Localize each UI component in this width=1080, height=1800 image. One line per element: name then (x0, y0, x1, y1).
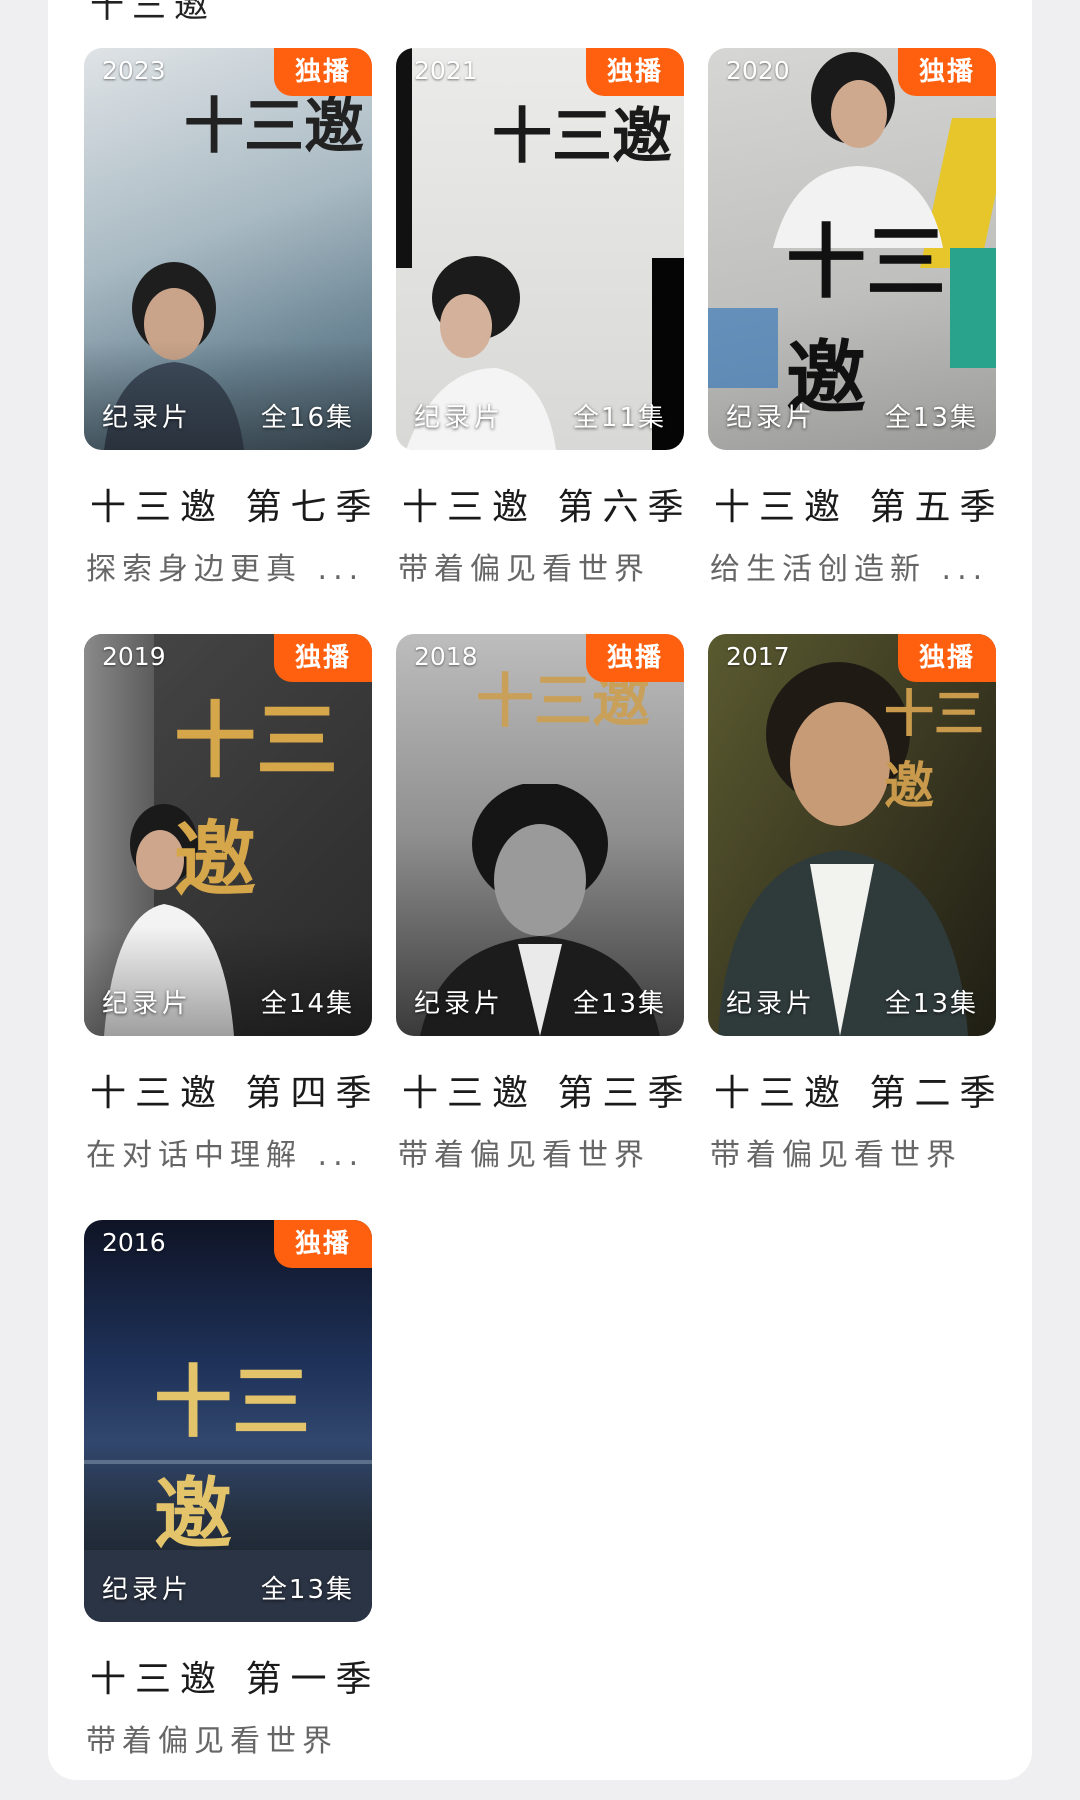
poster[interactable]: 十三邀 2016 独播 纪录片 全13集 (84, 1220, 372, 1622)
episode-count: 全13集 (884, 989, 978, 1019)
poster-logo: 十三邀 (174, 693, 339, 908)
exclusive-badge: 独播 (274, 634, 372, 682)
poster[interactable]: 十三邀 2023 独播 纪录片 全16集 (84, 48, 372, 450)
season-card-7[interactable]: 十三邀 2023 独播 纪录片 全16集 十三邀 第七季 探索身边更真 ... (84, 48, 372, 588)
card-title[interactable]: 十三邀 第七季 (90, 478, 372, 530)
genre-label: 纪录片 (726, 403, 817, 433)
season-card-4[interactable]: 十三邀 2019 独播 纪录片 全14集 十三邀 第四季 在对话中理解 ... (84, 634, 372, 1174)
season-card-5[interactable]: 十三邀 2020 独播 纪录片 全13集 十三邀 第五季 给生活创造新 ... (708, 48, 996, 588)
poster[interactable]: 十三邀 2018 独播 纪录片 全13集 (396, 634, 684, 1036)
season-card-6[interactable]: 十三邀 2021 独播 纪录片 全11集 十三邀 第六季 带着偏见看世界 (396, 48, 684, 588)
poster-logo: 十三邀 (884, 684, 984, 815)
episode-count: 全13集 (260, 1575, 354, 1605)
episode-count: 全13集 (572, 989, 666, 1019)
poster[interactable]: 十三邀 2020 独播 纪录片 全13集 (708, 48, 996, 450)
card-title[interactable]: 十三邀 第三季 (402, 1064, 684, 1116)
year-label: 2020 (726, 56, 790, 85)
genre-label: 纪录片 (414, 989, 505, 1019)
year-label: 2021 (414, 56, 478, 85)
episode-count: 全14集 (260, 989, 354, 1019)
exclusive-badge: 独播 (274, 48, 372, 96)
card-title[interactable]: 十三邀 第二季 (714, 1064, 996, 1116)
card-subtitle: 带着偏见看世界 (398, 1138, 650, 1173)
episode-count: 全13集 (884, 403, 978, 433)
section-title: 十三邀 (90, 0, 216, 26)
exclusive-badge: 独播 (586, 48, 684, 96)
genre-label: 纪录片 (726, 989, 817, 1019)
poster[interactable]: 十三邀 2017 独播 纪录片 全13集 (708, 634, 996, 1036)
card-title[interactable]: 十三邀 第一季 (90, 1650, 372, 1702)
genre-label: 纪录片 (102, 1575, 193, 1605)
season-card-2[interactable]: 十三邀 2017 独播 纪录片 全13集 十三邀 第二季 带着偏见看世界 (708, 634, 996, 1174)
year-label: 2019 (102, 642, 166, 671)
poster-logo: 十三邀 (786, 215, 946, 425)
card-subtitle: 带着偏见看世界 (86, 1724, 338, 1759)
exclusive-badge: 独播 (898, 634, 996, 682)
year-label: 2018 (414, 642, 478, 671)
year-label: 2016 (102, 1228, 166, 1257)
genre-label: 纪录片 (414, 403, 505, 433)
exclusive-badge: 独播 (586, 634, 684, 682)
card-title[interactable]: 十三邀 第六季 (402, 478, 684, 530)
card-subtitle: 给生活创造新 ... (710, 552, 989, 587)
episode-count: 全11集 (572, 403, 666, 433)
year-label: 2023 (102, 56, 166, 85)
card-subtitle: 带着偏见看世界 (710, 1138, 962, 1173)
exclusive-badge: 独播 (898, 48, 996, 96)
season-card-1[interactable]: 十三邀 2016 独播 纪录片 全13集 十三邀 第一季 带着偏见看世界 (84, 1220, 372, 1760)
card-subtitle: 带着偏见看世界 (398, 552, 650, 587)
poster-logo: 十三邀 (492, 102, 672, 172)
poster[interactable]: 十三邀 2019 独播 纪录片 全14集 (84, 634, 372, 1036)
card-subtitle: 探索身边更真 ... (86, 552, 365, 587)
genre-label: 纪录片 (102, 403, 193, 433)
exclusive-badge: 独播 (274, 1220, 372, 1268)
card-title[interactable]: 十三邀 第五季 (714, 478, 996, 530)
season-card-3[interactable]: 十三邀 2018 独播 纪录片 全13集 十三邀 第三季 带着偏见看世界 (396, 634, 684, 1174)
card-title[interactable]: 十三邀 第四季 (90, 1064, 372, 1116)
poster[interactable]: 十三邀 2021 独播 纪录片 全11集 (396, 48, 684, 450)
poster-logo: 十三邀 (154, 1357, 311, 1560)
episode-count: 全16集 (260, 403, 354, 433)
card-subtitle: 在对话中理解 ... (86, 1138, 365, 1173)
genre-label: 纪录片 (102, 989, 193, 1019)
year-label: 2017 (726, 642, 790, 671)
